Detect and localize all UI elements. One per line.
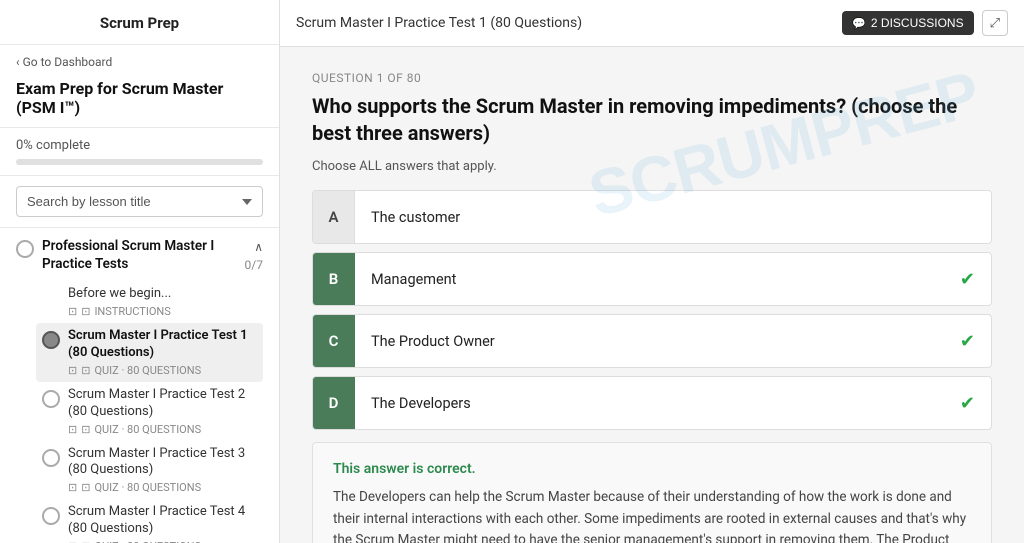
lesson-circle-icon [42, 507, 60, 525]
sidebar-title: Scrum Prep [0, 0, 279, 45]
expand-button[interactable]: ⤢ [982, 10, 1008, 36]
progress-section: 0% complete [0, 128, 279, 176]
lesson-content: Scrum Master I Practice Test 3 (80 Quest… [68, 446, 263, 495]
list-item[interactable]: Scrum Master I Practice Test 3 (80 Quest… [42, 441, 263, 500]
answer-option-c[interactable]: C The Product Owner ✔ [312, 314, 992, 368]
answer-letter-d: D [313, 377, 355, 429]
search-section: Search by lesson title [0, 176, 279, 228]
instructions-icon: ⊡ [81, 305, 90, 318]
answer-option-a[interactable]: A The customer [312, 190, 992, 244]
question-area: SCRUMPREP QUESTION 1 OF 80 Who supports … [280, 47, 1024, 543]
top-bar: Scrum Master I Practice Test 1 (80 Quest… [280, 0, 1024, 47]
lesson-title: Before we begin... [68, 286, 171, 303]
lesson-circle-icon [42, 331, 60, 349]
quiz-icon: ⊡ [81, 481, 90, 494]
lesson-circle-icon [42, 449, 60, 467]
feedback-text: The Developers can help the Scrum Master… [333, 487, 971, 543]
lesson-content: Scrum Master I Practice Test 1 (80 Quest… [68, 328, 257, 377]
course-section: Professional Scrum Master I Practice Tes… [0, 228, 279, 543]
course-title: Exam Prep for Scrum Master (PSM I™) [0, 73, 279, 128]
lesson-sub: ⊡ QUIZ · 80 QUESTIONS [68, 423, 263, 436]
answer-text-a: The customer [355, 195, 991, 240]
main-content: Scrum Master I Practice Test 1 (80 Quest… [280, 0, 1024, 543]
lesson-content: Scrum Master I Practice Test 2 (80 Quest… [68, 387, 263, 436]
quiz-icon: ⊡ [81, 364, 90, 377]
section-count: 0/7 [245, 258, 263, 272]
lesson-sub: ⊡ QUIZ · 80 QUESTIONS [68, 364, 257, 377]
search-select[interactable]: Search by lesson title [16, 186, 263, 217]
check-icon-c: ✔ [944, 331, 991, 352]
answer-letter-b: B [313, 253, 355, 305]
question-text: Who supports the Scrum Master in removin… [312, 93, 992, 147]
answer-letter-c: C [313, 315, 355, 367]
section-name: Professional Scrum Master I Practice Tes… [42, 238, 245, 273]
course-section-header: Professional Scrum Master I Practice Tes… [16, 238, 263, 273]
choose-all-label: Choose ALL answers that apply. [312, 159, 992, 174]
progress-bar-track [16, 159, 263, 165]
lesson-title: Scrum Master I Practice Test 3 (80 Quest… [68, 446, 263, 480]
topbar-actions: 2 DISCUSSIONS ⤢ [842, 10, 1008, 36]
lesson-title: Scrum Master I Practice Test 1 (80 Quest… [68, 328, 257, 362]
quiz-icon: ⊡ [81, 423, 90, 436]
answer-option-b[interactable]: B Management ✔ [312, 252, 992, 306]
lesson-content: Before we begin... ⊡ INSTRUCTIONS [68, 286, 171, 318]
check-icon-d: ✔ [944, 393, 991, 414]
course-section-title-wrap: Professional Scrum Master I Practice Tes… [16, 238, 245, 273]
answer-text-c: The Product Owner [355, 319, 944, 364]
check-icon-b: ✔ [944, 269, 991, 290]
section-circle-icon [16, 240, 34, 258]
progress-label: 0% complete [16, 138, 263, 153]
lesson-content: Scrum Master I Practice Test 4 (80 Quest… [68, 504, 263, 543]
answer-text-b: Management [355, 257, 944, 302]
list-item[interactable]: Scrum Master I Practice Test 2 (80 Quest… [42, 382, 263, 441]
answer-option-d[interactable]: D The Developers ✔ [312, 376, 992, 430]
list-item[interactable]: Scrum Master I Practice Test 1 (80 Quest… [36, 323, 263, 382]
list-item[interactable]: Before we begin... ⊡ INSTRUCTIONS [42, 281, 263, 323]
sidebar: Scrum Prep Go to Dashboard Exam Prep for… [0, 0, 280, 543]
lesson-title: Scrum Master I Practice Test 4 (80 Quest… [68, 504, 263, 538]
question-counter: QUESTION 1 OF 80 [312, 71, 992, 85]
answer-text-d: The Developers [355, 381, 944, 426]
dashboard-link[interactable]: Go to Dashboard [0, 45, 279, 73]
chevron-up-icon[interactable]: ∧ [254, 240, 263, 254]
list-item[interactable]: Scrum Master I Practice Test 4 (80 Quest… [42, 499, 263, 543]
lesson-title: Scrum Master I Practice Test 2 (80 Quest… [68, 387, 263, 421]
lesson-circle-icon [42, 390, 60, 408]
feedback-box: This answer is correct. The Developers c… [312, 442, 992, 543]
lesson-sub: ⊡ INSTRUCTIONS [68, 305, 171, 318]
topbar-title: Scrum Master I Practice Test 1 (80 Quest… [296, 15, 582, 31]
lesson-list: Before we begin... ⊡ INSTRUCTIONS Scrum … [42, 281, 263, 543]
lesson-sub: ⊡ QUIZ · 80 QUESTIONS [68, 481, 263, 494]
discussions-button[interactable]: 2 DISCUSSIONS [842, 11, 973, 35]
answer-letter-a: A [313, 191, 355, 243]
feedback-correct: This answer is correct. [333, 461, 971, 477]
